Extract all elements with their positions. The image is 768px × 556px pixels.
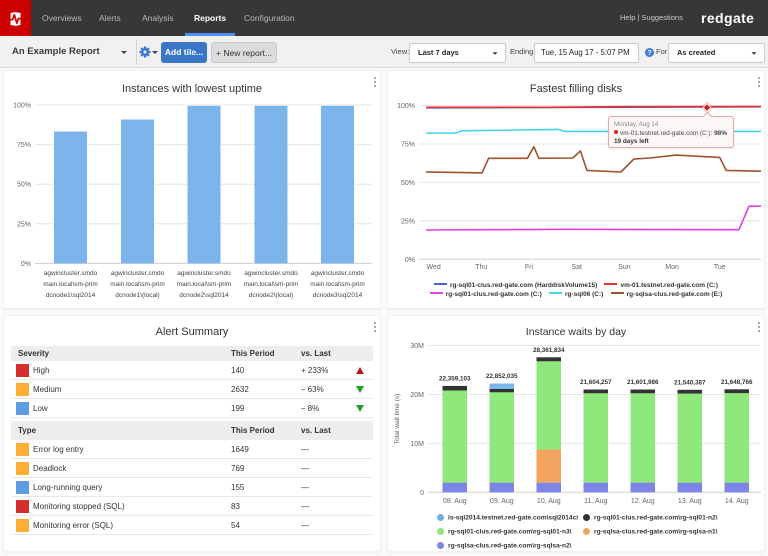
svg-text:21,648,766: 21,648,766 xyxy=(721,379,753,386)
svg-text:agwincluster.smdo: agwincluster.smdo xyxy=(111,270,165,277)
svg-text:20M: 20M xyxy=(410,392,424,399)
svg-text:main.local\sm-prim: main.local\sm-prim xyxy=(310,281,365,288)
svg-text:main.local\sm-prim: main.local\sm-prim xyxy=(177,281,232,288)
svg-text:25%: 25% xyxy=(401,218,415,225)
svg-text:30M: 30M xyxy=(410,343,424,350)
svg-text:dcnode3\sql2014: dcnode3\sql2014 xyxy=(313,292,363,299)
svg-text:Instance waits by day: Instance waits by day xyxy=(526,326,627,338)
svg-text:22,852,035: 22,852,035 xyxy=(486,373,518,380)
svg-text:Mon: Mon xyxy=(665,264,679,271)
svg-text:agwincluster.smdo: agwincluster.smdo xyxy=(177,270,231,277)
svg-text:Sun: Sun xyxy=(618,264,631,271)
svg-text:0: 0 xyxy=(420,490,424,497)
svg-text:agwincluster.smdo: agwincluster.smdo xyxy=(311,270,365,277)
svg-text:Instances with lowest uptime: Instances with lowest uptime xyxy=(122,83,262,95)
svg-text:75%: 75% xyxy=(17,142,31,149)
svg-text:10M: 10M xyxy=(410,441,424,448)
svg-text:28,361,834: 28,361,834 xyxy=(533,347,565,354)
svg-text:Thu: Thu xyxy=(475,264,487,271)
svg-text:100%: 100% xyxy=(13,103,31,110)
svg-text:agwincluster.smdo: agwincluster.smdo xyxy=(244,270,298,277)
svg-text:100%: 100% xyxy=(397,103,415,110)
svg-text:75%: 75% xyxy=(401,142,415,149)
svg-text:21,540,387: 21,540,387 xyxy=(674,379,706,386)
svg-text:agwincluster.smdo: agwincluster.smdo xyxy=(44,270,98,277)
svg-text:12. Aug: 12. Aug xyxy=(631,498,655,505)
svg-text:Fri: Fri xyxy=(525,264,534,271)
svg-text:0%: 0% xyxy=(405,257,415,264)
svg-text:21,601,986: 21,601,986 xyxy=(627,379,659,386)
svg-text:main.local\sm-prim: main.local\sm-prim xyxy=(110,281,165,288)
svg-text:50%: 50% xyxy=(17,182,31,189)
svg-text:21,604,257: 21,604,257 xyxy=(580,379,612,386)
svg-text:Sat: Sat xyxy=(571,264,582,271)
svg-text:main.local\sm-prim: main.local\sm-prim xyxy=(43,281,98,288)
svg-text:dcnode2\(local): dcnode2\(local) xyxy=(249,292,293,299)
svg-text:13. Aug: 13. Aug xyxy=(678,498,702,505)
svg-text:Total wait time (s): Total wait time (s) xyxy=(394,394,401,445)
svg-text:22,359,103: 22,359,103 xyxy=(439,375,471,382)
svg-text:Fastest filling disks: Fastest filling disks xyxy=(530,83,623,95)
svg-text:08. Aug: 08. Aug xyxy=(443,498,467,505)
svg-text:Wed: Wed xyxy=(426,264,440,271)
svg-text:dcnode1\sql2014: dcnode1\sql2014 xyxy=(46,292,96,299)
svg-text:Tue: Tue xyxy=(714,264,726,271)
svg-text:dcnode2\sql2014: dcnode2\sql2014 xyxy=(179,292,229,299)
svg-text:09. Aug: 09. Aug xyxy=(490,498,514,505)
svg-text:14. Aug: 14. Aug xyxy=(725,498,749,505)
svg-text:0%: 0% xyxy=(21,261,31,268)
svg-text:main.local\sm-prim: main.local\sm-prim xyxy=(244,281,299,288)
svg-text:11. Aug: 11. Aug xyxy=(584,498,607,505)
svg-text:dcnode1\(local): dcnode1\(local) xyxy=(115,292,159,299)
svg-text:10. Aug: 10. Aug xyxy=(537,498,561,505)
svg-text:25%: 25% xyxy=(17,221,31,228)
svg-text:50%: 50% xyxy=(401,180,415,187)
